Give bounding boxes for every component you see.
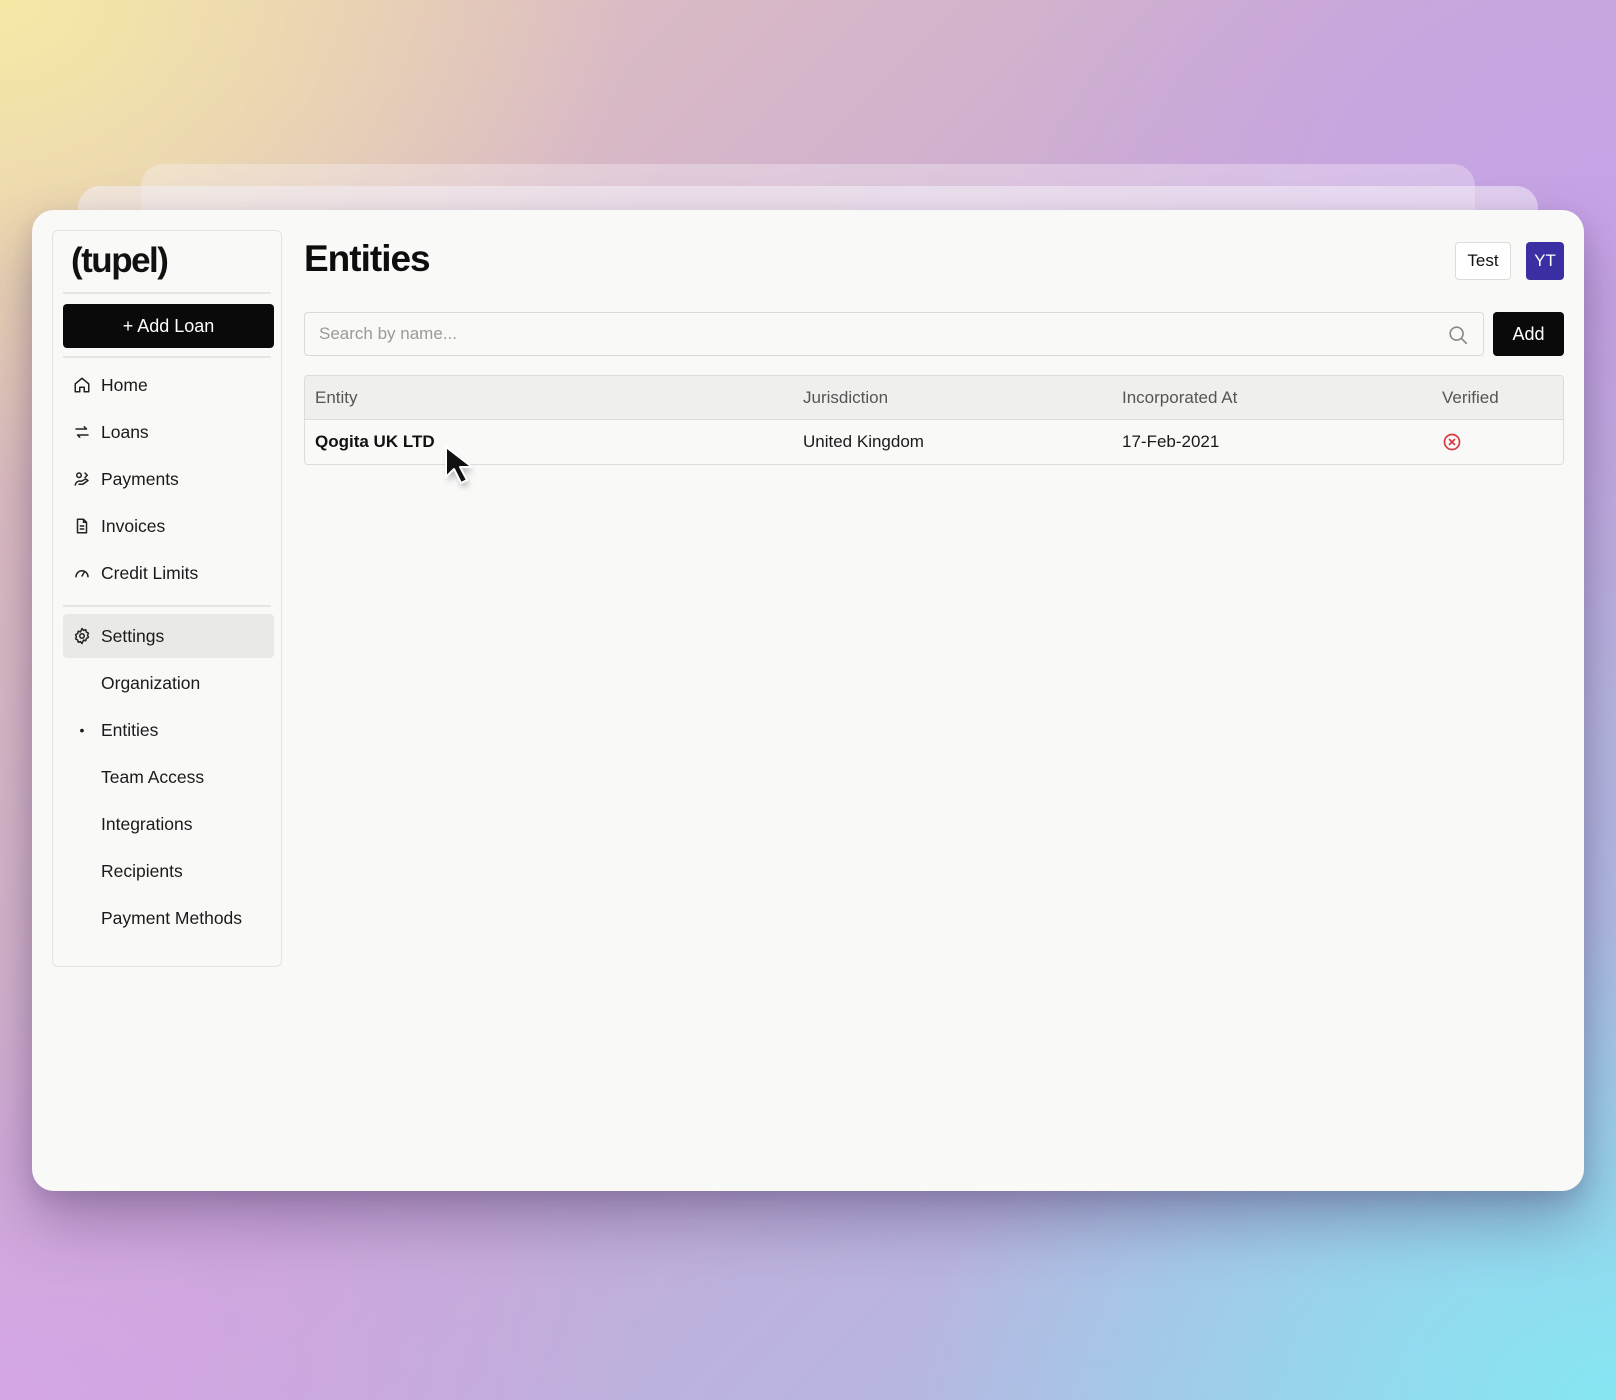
sidebar-item-payments[interactable]: Payments [63,457,274,501]
settings-item-label: Integrations [101,813,193,834]
page-title: Entities [304,238,431,279]
jurisdiction-cell: United Kingdom [803,432,924,451]
settings-item-organization[interactable]: Organization [63,663,274,703]
sidebar-item-label: Settings [101,625,165,646]
sidebar: (tupel) + Add Loan Home Loans Payments I… [52,230,282,967]
gear-icon [72,626,92,646]
sidebar-item-label: Invoices [101,515,166,536]
sidebar-item-label: Home [101,374,148,395]
sidebar-item-credit-limits[interactable]: Credit Limits [63,551,274,595]
settings-item-label: Team Access [101,766,205,787]
entity-name-link[interactable]: Qogita UK LTD [315,420,435,464]
add-loan-button[interactable]: + Add Loan [63,304,274,348]
settings-item-label: Payment Methods [101,907,243,928]
logo[interactable]: (tupel) [71,241,169,281]
app-window: (tupel) + Add Loan Home Loans Payments I… [32,210,1584,1191]
settings-item-payment-methods[interactable]: Payment Methods [63,898,274,938]
sidebar-item-settings[interactable]: Settings [63,614,274,658]
search-icon [1447,324,1469,351]
sidebar-item-label: Credit Limits [101,562,199,583]
settings-item-label: Organization [101,672,201,693]
gauge-icon [72,563,92,583]
column-header-entity[interactable]: Entity [315,376,358,420]
avatar[interactable]: YT [1526,242,1564,280]
environment-toggle-button[interactable]: Test [1455,242,1511,280]
settings-item-recipients[interactable]: Recipients [63,851,274,891]
column-header-verified[interactable]: Verified [1442,376,1499,420]
sidebar-item-label: Payments [101,468,179,489]
table-header: Entity Jurisdiction Incorporated At Veri… [305,376,1563,420]
divider [63,605,271,607]
sidebar-item-invoices[interactable]: Invoices [63,504,274,548]
settings-item-entities[interactable]: • Entities [63,710,274,750]
table-row[interactable]: Qogita UK LTD United Kingdom 17-Feb-2021 [305,420,1563,464]
sidebar-item-loans[interactable]: Loans [63,410,274,454]
divider [63,356,271,358]
arrows-swap-icon [72,422,92,442]
sidebar-item-home[interactable]: Home [63,363,274,407]
verified-cell [1442,420,1462,464]
search-field [304,312,1484,356]
settings-item-label: Entities [101,719,159,740]
sidebar-item-label: Loans [101,421,149,442]
active-marker: • [79,722,85,738]
column-header-jurisdiction[interactable]: Jurisdiction [803,376,888,420]
add-entity-button[interactable]: Add [1493,312,1564,356]
x-circle-icon [1442,432,1462,452]
entities-table: Entity Jurisdiction Incorporated At Veri… [304,375,1564,465]
document-icon [72,516,92,536]
search-input[interactable] [305,313,1433,355]
divider [63,292,271,294]
incorporated-at-cell: 17-Feb-2021 [1122,432,1220,451]
settings-item-label: Recipients [101,860,183,881]
mouse-cursor-icon [440,443,484,496]
column-header-incorporated-at[interactable]: Incorporated At [1122,376,1237,420]
settings-item-team-access[interactable]: Team Access [63,757,274,797]
payments-icon [72,469,92,489]
settings-item-integrations[interactable]: Integrations [63,804,274,844]
home-icon [72,375,92,395]
